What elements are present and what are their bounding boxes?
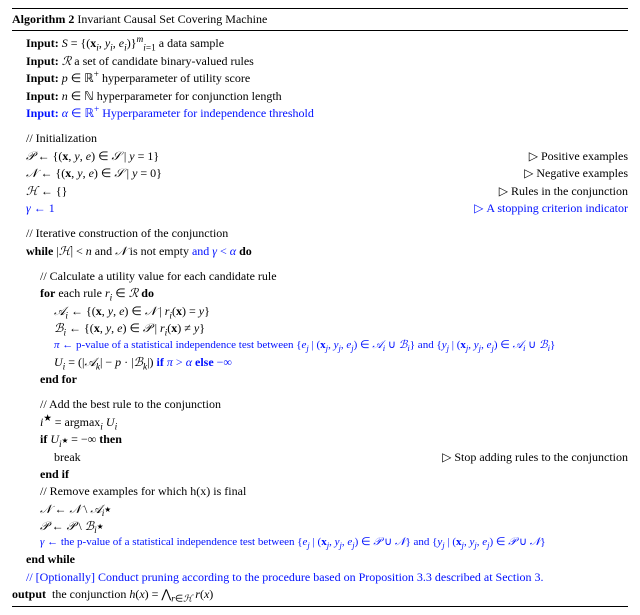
u-line: Ui = (|𝒜k| − p · |ℬk|) if π > α else −∞ <box>12 354 628 371</box>
if-line: if Ui★ = −∞ then <box>12 431 628 448</box>
init-comment: // Initialization <box>12 130 628 147</box>
input-line-p: Input: p ∈ ℝ+ hyperparameter of utility … <box>12 70 628 87</box>
b-line: ℬi ← {(x, y, e) ∈ 𝒫 | ri(x) ≠ y} <box>12 320 628 337</box>
p-update: 𝒫 ← 𝒫 \ ℬi★ <box>12 518 628 535</box>
algorithm-title-bar: Algorithm 2 Invariant Causal Set Coverin… <box>12 9 628 31</box>
init-n: 𝒩 ← {(x, y, e) ∈ 𝒮 | y = 0} Negative exa… <box>12 165 628 182</box>
init-h: ℋ ← {} Rules in the conjunction <box>12 183 628 200</box>
end-for: end for <box>12 371 628 388</box>
utility-comment: // Calculate a utility value for each ca… <box>12 268 628 285</box>
while-line: while |ℋ| < n and 𝒩 is not empty and γ <… <box>12 243 628 260</box>
prune-comment: // [Optionally] Conduct pruning accordin… <box>12 569 628 586</box>
algorithm-frame: Algorithm 2 Invariant Causal Set Coverin… <box>12 8 628 607</box>
add-comment: // Add the best rule to the conjunction <box>12 396 628 413</box>
init-p: 𝒫 ← {(x, y, e) ∈ 𝒮 | y = 1} Positive exa… <box>12 148 628 165</box>
input-line-n: Input: n ∈ ℕ hyperparameter for conjunct… <box>12 88 628 105</box>
algorithm-body: Input: S = {(xi, yi, ei)}mi=1 a data sam… <box>12 31 628 605</box>
for-line: for each rule ri ∈ ℛ do <box>12 285 628 302</box>
input-line-r: Input: ℛ a set of candidate binary-value… <box>12 53 628 70</box>
a-line: 𝒜i ← {(x, y, e) ∈ 𝒩 | ri(x) = y} <box>12 303 628 320</box>
algorithm-name: Invariant Causal Set Covering Machine <box>77 12 267 26</box>
end-if: end if <box>12 466 628 483</box>
iter-comment: // Iterative construction of the conjunc… <box>12 225 628 242</box>
init-gamma: γ ← 1 A stopping criterion indicator <box>12 200 628 217</box>
end-while: end while <box>12 551 628 568</box>
output-line: output the conjunction h(x) = ⋀r∈ℋ r(x) <box>12 586 628 603</box>
gamma-update: γ ← the p-value of a statistical indepen… <box>12 535 628 551</box>
algorithm-label: Algorithm 2 <box>12 12 74 26</box>
break-line: break Stop adding rules to the conjuncti… <box>12 449 628 466</box>
remove-comment: // Remove examples for which h(x) is fin… <box>12 483 628 500</box>
input-line-s: Input: S = {(xi, yi, ei)}mi=1 a data sam… <box>12 35 628 52</box>
pi-line: π ← p-value of a statistical independenc… <box>12 338 628 354</box>
n-update: 𝒩 ← 𝒩 \ 𝒜i★ <box>12 501 628 518</box>
istar-line: i★ = argmaxi Ui <box>12 414 628 431</box>
input-line-alpha: Input: α ∈ ℝ+ Hyperparameter for indepen… <box>12 105 628 122</box>
